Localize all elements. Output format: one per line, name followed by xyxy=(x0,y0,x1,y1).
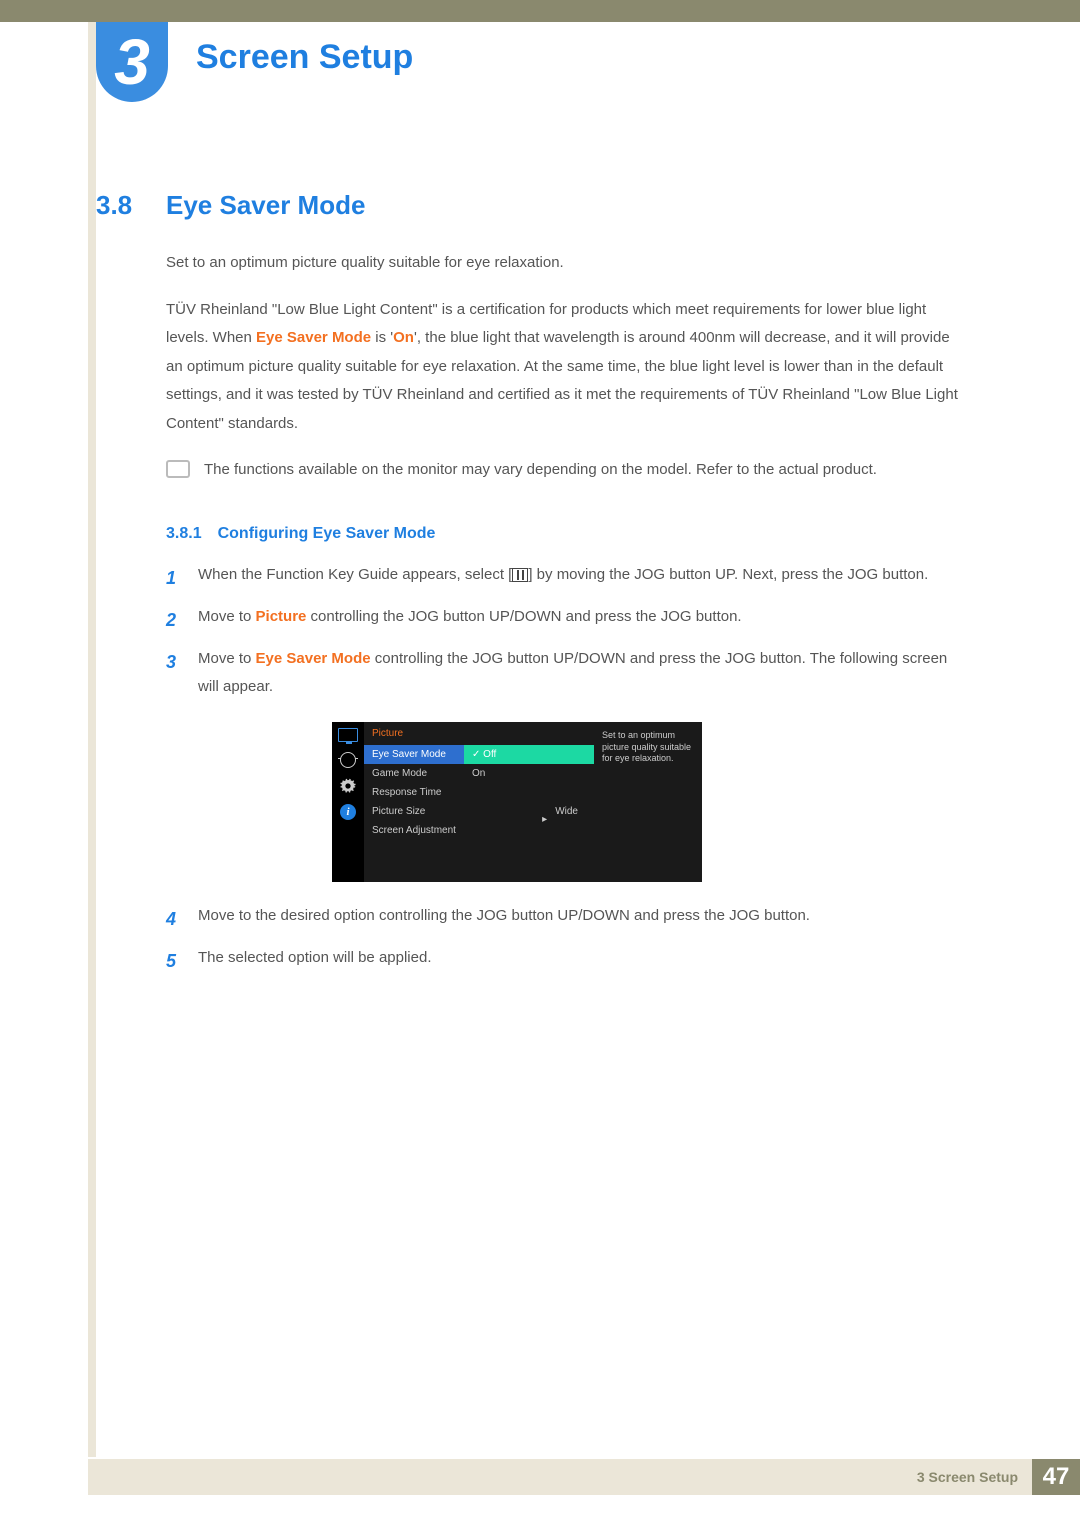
osd-tip-text: Set to an optimum picture quality suitab… xyxy=(602,730,694,765)
section-heading: 3.8 Eye Saver Mode xyxy=(96,190,966,221)
step3-part-a: Move to xyxy=(198,650,256,667)
step-1-text: When the Function Key Guide appears, sel… xyxy=(198,561,928,590)
info-icon: i xyxy=(340,804,356,820)
step2-part-b: controlling the JOG button UP/DOWN and p… xyxy=(306,608,741,625)
chapter-number: 3 xyxy=(114,25,150,99)
intro-paragraph-1: Set to an optimum picture quality suitab… xyxy=(166,249,966,278)
osd-menu-column: Picture Eye Saver Mode Game Mode Respons… xyxy=(364,722,464,882)
osd-item-screen-adjustment: Screen Adjustment xyxy=(364,821,464,840)
chapter-tab: 3 xyxy=(96,22,168,102)
step2-part-a: Move to xyxy=(198,608,256,625)
osd-item-game-mode: Game Mode xyxy=(364,764,464,783)
chevron-right-icon: ▸ xyxy=(542,814,547,825)
step-1: 1 When the Function Key Guide appears, s… xyxy=(166,561,966,595)
chapter-title: Screen Setup xyxy=(196,38,413,77)
step-2: 2 Move to Picture controlling the JOG bu… xyxy=(166,603,966,637)
term-eye-saver-mode-step: Eye Saver Mode xyxy=(256,650,371,667)
note-icon xyxy=(166,460,190,478)
osd-value-header-spacer xyxy=(464,722,594,745)
osd-value-off: Off xyxy=(464,745,594,764)
intro-paragraph-2: TÜV Rheinland "Low Blue Light Content" i… xyxy=(166,296,966,439)
osd-item-response-time: Response Time xyxy=(364,783,464,802)
note-callout: The functions available on the monitor m… xyxy=(166,456,966,485)
osd-value-column: Off On Wide ▸ xyxy=(464,722,594,882)
subsection-title: Configuring Eye Saver Mode xyxy=(218,525,436,543)
footer-breadcrumb: 3 Screen Setup xyxy=(88,1459,1032,1495)
osd-item-eye-saver: Eye Saver Mode xyxy=(364,745,464,764)
step-4-number: 4 xyxy=(166,902,180,936)
osd-header: Picture xyxy=(364,722,464,745)
monitor-icon xyxy=(338,728,358,742)
step-2-text: Move to Picture controlling the JOG butt… xyxy=(198,603,742,632)
page-number: 47 xyxy=(1032,1459,1080,1495)
term-eye-saver-mode: Eye Saver Mode xyxy=(256,329,371,346)
step-1-number: 1 xyxy=(166,561,180,595)
note-text: The functions available on the monitor m… xyxy=(204,456,877,485)
page-content: 3.8 Eye Saver Mode Set to an optimum pic… xyxy=(96,190,966,986)
gear-icon xyxy=(340,778,356,794)
osd-value-wide-text: Wide xyxy=(555,806,578,817)
step1-part-a: When the Function Key Guide appears, sel… xyxy=(198,566,512,583)
step-2-number: 2 xyxy=(166,603,180,637)
step1-part-b: ] by moving the JOG button UP. Next, pre… xyxy=(528,566,928,583)
step-5: 5 The selected option will be applied. xyxy=(166,944,966,978)
osd-value-on: On xyxy=(464,764,594,783)
osd-panel: i Picture Eye Saver Mode Game Mode Respo… xyxy=(332,722,702,882)
osd-item-picture-size-label: Picture Size xyxy=(372,806,425,817)
step-3-number: 3 xyxy=(166,645,180,679)
top-color-bar xyxy=(0,0,1080,22)
step-4-text: Move to the desired option controlling t… xyxy=(198,902,810,931)
osd-value-blank1 xyxy=(464,783,594,802)
osd-screenshot: i Picture Eye Saver Mode Game Mode Respo… xyxy=(332,722,966,882)
term-on: On xyxy=(393,329,414,346)
menu-icon xyxy=(512,568,528,582)
term-picture: Picture xyxy=(256,608,307,625)
subsection-number: 3.8.1 xyxy=(166,525,202,543)
osd-value-wide: Wide xyxy=(464,802,594,810)
intro2-part-b: is ' xyxy=(371,329,393,346)
section-number: 3.8 xyxy=(96,190,146,221)
osd-main: Picture Eye Saver Mode Game Mode Respons… xyxy=(364,722,702,882)
step-3: 3 Move to Eye Saver Mode controlling the… xyxy=(166,645,966,702)
step-4: 4 Move to the desired option controlling… xyxy=(166,902,966,936)
section-title: Eye Saver Mode xyxy=(166,190,365,221)
osd-item-screen-adjustment-label: Screen Adjustment xyxy=(372,825,456,836)
step-3-text: Move to Eye Saver Mode controlling the J… xyxy=(198,645,966,702)
input-icon xyxy=(340,752,356,768)
osd-item-picture-size: Picture Size xyxy=(364,802,464,821)
osd-tip-column: Set to an optimum picture quality suitab… xyxy=(594,722,702,882)
left-margin-bar xyxy=(88,22,96,1457)
subsection-heading: 3.8.1 Configuring Eye Saver Mode xyxy=(166,525,966,543)
step-5-text: The selected option will be applied. xyxy=(198,944,431,973)
page-footer: 3 Screen Setup 47 xyxy=(88,1459,1080,1495)
step-5-number: 5 xyxy=(166,944,180,978)
osd-sidebar: i xyxy=(332,722,364,882)
